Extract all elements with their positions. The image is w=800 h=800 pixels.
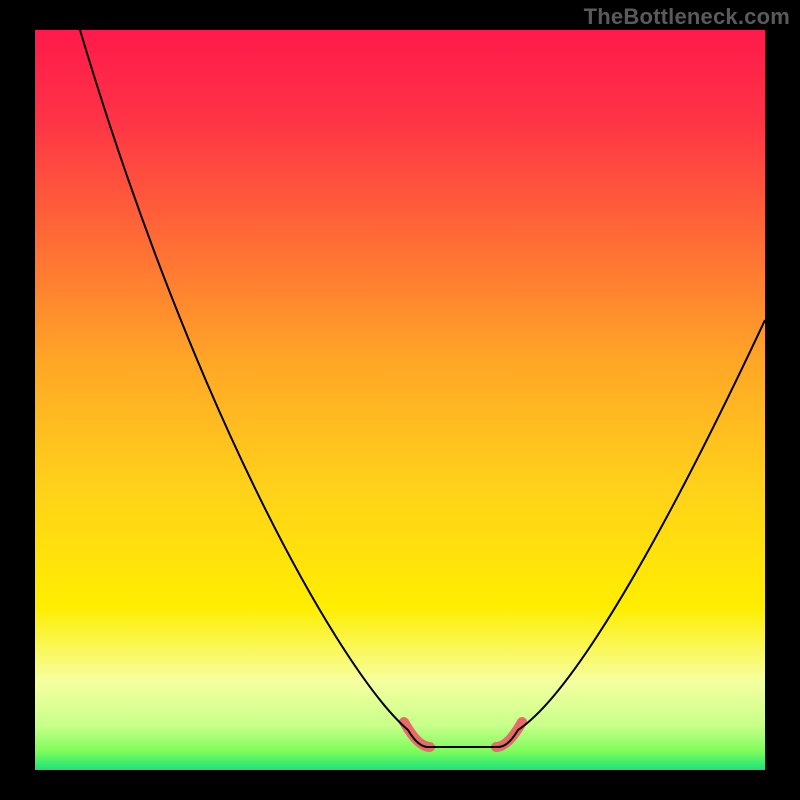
accent-right-segment [496,722,522,747]
bottleneck-plot [35,30,765,770]
bottleneck-curve [35,30,765,770]
main-curve-path [80,30,765,747]
watermark-text: TheBottleneck.com [584,4,790,30]
accent-left-segment [404,722,430,747]
